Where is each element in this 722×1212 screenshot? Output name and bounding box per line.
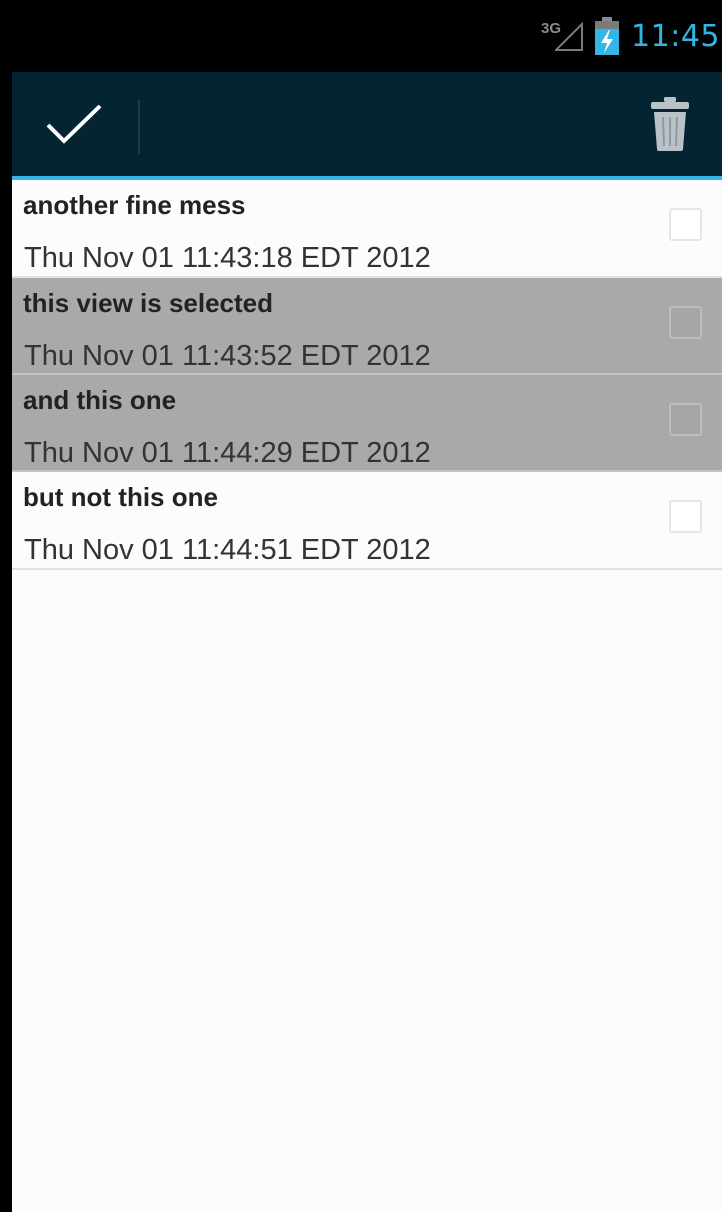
done-button[interactable] (12, 72, 136, 176)
list-item[interactable]: this view is selected Thu Nov 01 11:43:52… (12, 278, 722, 375)
note-list: another fine mess Thu Nov 01 11:43:18 EDT… (12, 180, 722, 570)
list-item-title: another fine mess (23, 190, 246, 220)
status-clock: 11:45 (631, 18, 720, 54)
list-item[interactable]: but not this one Thu Nov 01 11:44:51 EDT … (12, 472, 722, 570)
status-bar: 3G 11:45 (12, 0, 722, 72)
contextual-action-bar (12, 72, 722, 176)
status-icons: 3G 11:45 (541, 0, 720, 72)
action-bar-divider (138, 100, 140, 154)
list-item-date: Thu Nov 01 11:44:51 EDT 2012 (24, 534, 431, 566)
list-item-date: Thu Nov 01 11:44:29 EDT 2012 (24, 437, 431, 469)
list-item-date: Thu Nov 01 11:43:18 EDT 2012 (24, 242, 431, 274)
screen-left-edge (0, 0, 12, 1212)
list-item-checkbox[interactable] (669, 306, 702, 339)
list-item-title: this view is selected (23, 288, 274, 318)
list-item-title: and this one (23, 385, 177, 415)
list-item-title: but not this one (23, 482, 218, 512)
trash-icon (651, 97, 689, 151)
list-item-date: Thu Nov 01 11:43:52 EDT 2012 (24, 340, 431, 372)
list-item-checkbox[interactable] (669, 500, 702, 533)
list-item[interactable]: another fine mess Thu Nov 01 11:43:18 EDT… (12, 180, 722, 278)
delete-button[interactable] (618, 72, 722, 176)
checkmark-icon (46, 104, 102, 144)
list-item[interactable]: and this one Thu Nov 01 11:44:29 EDT 2012 (12, 375, 722, 472)
list-item-checkbox[interactable] (669, 403, 702, 436)
signal-icon: 3G (541, 18, 584, 54)
battery-charging-icon (595, 17, 620, 55)
phone-screen: 3G 11:45 another fine mess Thu Nov 01 11… (12, 0, 722, 1212)
list-item-checkbox[interactable] (669, 208, 702, 241)
